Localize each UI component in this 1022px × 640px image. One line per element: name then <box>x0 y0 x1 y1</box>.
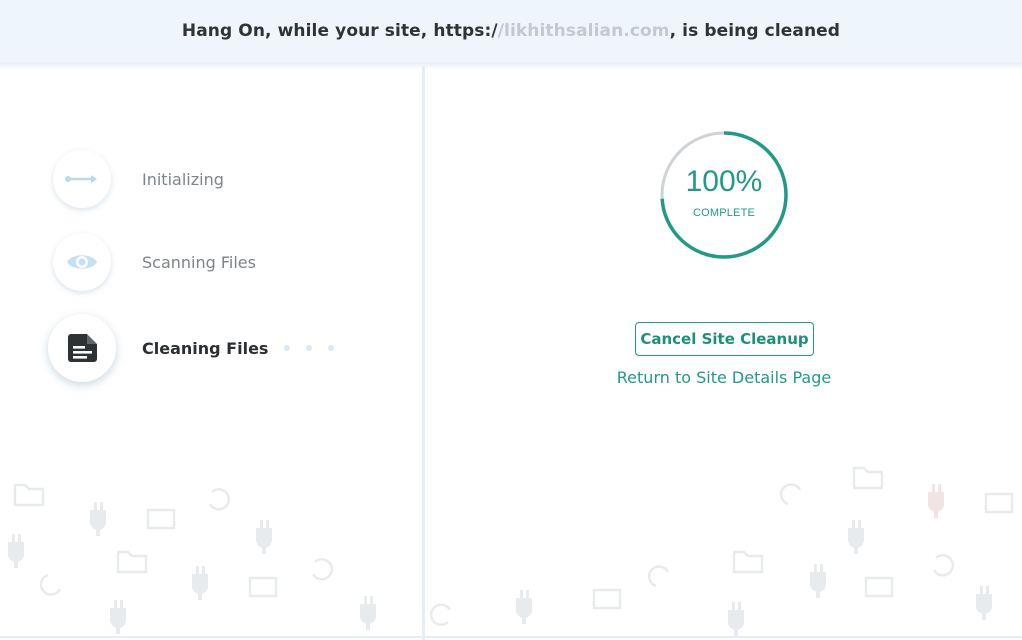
arrow-line-icon <box>65 175 97 183</box>
progress-percent: 100% <box>685 165 763 198</box>
step-cleaning-files: Cleaning Files <box>48 314 350 382</box>
progress-ring: 100% COMPLETE <box>659 130 789 260</box>
banner-prefix: Hang On, while your site, https:/ <box>181 21 498 41</box>
step-cleaning-label: Cleaning Files <box>142 338 269 358</box>
loading-dot <box>306 345 313 351</box>
eye-icon <box>67 255 97 269</box>
step-initializing-badge <box>53 150 111 208</box>
step-initializing: Initializing <box>53 150 224 208</box>
banner-masked-url: /likhithsalian.com <box>497 21 670 41</box>
background-pattern-right <box>429 466 1014 636</box>
step-initializing-label: Initializing <box>142 169 224 189</box>
status-banner: Hang On, while your site, https://likhit… <box>0 0 1022 62</box>
panel-divider <box>422 66 425 640</box>
progress-text: 100% COMPLETE <box>659 130 789 260</box>
progress-status-label: COMPLETE <box>692 207 756 219</box>
banner-shadow <box>0 62 1022 70</box>
step-scanning-badge <box>53 233 111 291</box>
step-scanning-label: Scanning Files <box>142 252 256 272</box>
background-pattern-left <box>8 483 376 634</box>
loading-dots <box>284 345 350 351</box>
step-scanning-files: Scanning Files <box>53 233 256 291</box>
banner-suffix: , is being cleaned <box>669 21 841 41</box>
document-icon <box>68 334 97 362</box>
bottom-border <box>0 636 1022 638</box>
loading-dot <box>328 345 335 351</box>
loading-dot <box>284 345 291 351</box>
cancel-site-cleanup-button[interactable]: Cancel Site Cleanup <box>635 322 814 356</box>
return-to-site-details-link[interactable]: Return to Site Details Page <box>560 368 888 387</box>
step-cleaning-badge <box>48 314 116 382</box>
